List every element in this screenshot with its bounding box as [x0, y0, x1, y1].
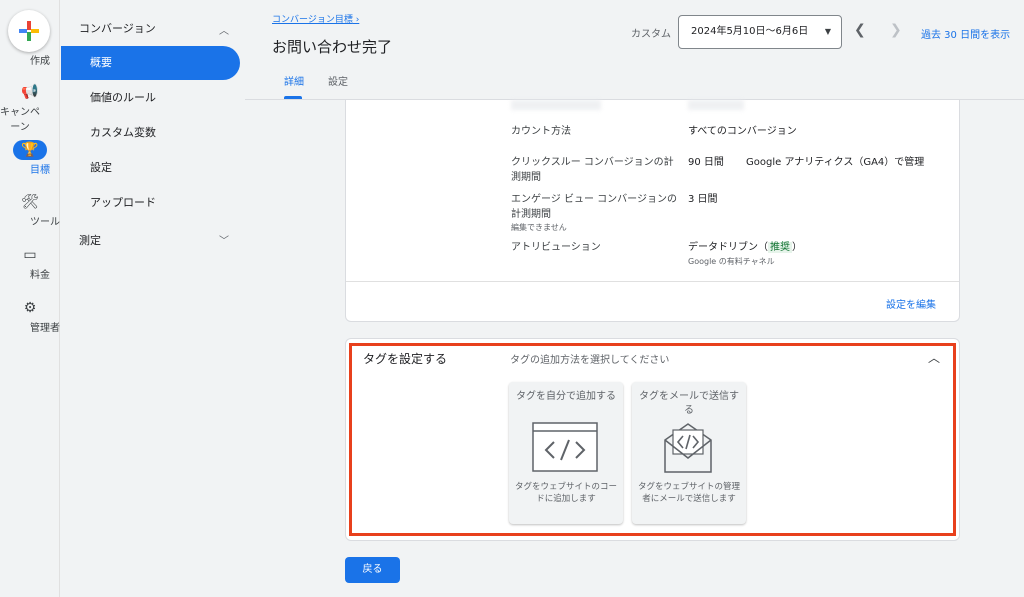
engaged-view-value: 3 日間 [688, 194, 718, 205]
nav-item-uploads[interactable]: アップロード [61, 186, 240, 220]
gear-icon: ⚙ [23, 300, 37, 316]
rail-item-campaigns[interactable]: 📢 キャンペーン [0, 82, 60, 133]
rail-item-tools[interactable]: 🛠 ツール [0, 192, 60, 228]
engaged-view-label: エンゲージ ビュー コンバージョンの計測期間 [511, 194, 677, 220]
previous-period-icon[interactable]: ❮ [854, 22, 866, 38]
page-header: コンバージョン目標 › お問い合わせ完了 詳細 設定 カスタム 2024年5月1… [245, 0, 1024, 100]
nav-item-custom-variables[interactable]: カスタム変数 [61, 116, 240, 150]
edit-settings-link[interactable]: 設定を編集 [886, 296, 936, 311]
left-rail: 作成 📢 キャンペーン 🏆 目標 🛠 ツール ▭ 料金 ⚙ 管理者 [0, 0, 60, 597]
next-period-icon[interactable]: ❯ [890, 22, 902, 38]
rail-item-admin[interactable]: ⚙ 管理者 [0, 298, 60, 334]
highlight-frame [349, 343, 956, 536]
attribution-sublabel: Google の有料チャネル [688, 257, 775, 266]
tab-details[interactable]: 詳細 [284, 73, 304, 88]
create-button[interactable] [8, 10, 50, 52]
tab-settings[interactable]: 設定 [328, 73, 348, 88]
past-30-days-link[interactable]: 過去 30 日間を表示 [921, 26, 1010, 41]
obscured-text [688, 100, 744, 110]
plus-icon [19, 21, 39, 41]
breadcrumb[interactable]: コンバージョン目標 › [272, 12, 359, 25]
attribution-label: アトリビューション [511, 242, 601, 253]
date-range-select[interactable]: 2024年5月10日〜6月6日 ▼ [678, 15, 842, 49]
click-window-value: 90 日間 [688, 157, 724, 168]
trophy-icon: 🏆 [13, 140, 47, 160]
chevron-up-icon[interactable]: ︿ [219, 22, 229, 37]
attribution-value: データドリブン（ 推奨） [688, 242, 802, 253]
engaged-view-sublabel: 編集できません [511, 223, 567, 232]
divider [346, 281, 959, 282]
tools-icon: 🛠 [21, 194, 39, 210]
rail-item-billing[interactable]: ▭ 料金 [0, 245, 60, 281]
count-value: すべてのコンバージョン [688, 126, 797, 137]
dropdown-caret-icon: ▼ [824, 27, 831, 36]
nav-item-overview[interactable]: 概要 [61, 46, 240, 80]
billing-card-icon: ▭ [23, 247, 37, 263]
megaphone-icon: 📢 [21, 84, 39, 100]
secondary-nav: コンバージョン ︿ 概要 価値のルール カスタム変数 設定 アップロード 測定 … [61, 0, 245, 597]
chevron-down-icon[interactable]: ﹀ [219, 232, 229, 247]
page-title: お問い合わせ完了 [272, 38, 393, 56]
nav-item-settings[interactable]: 設定 [61, 151, 240, 185]
date-custom-label: カスタム [631, 29, 671, 40]
nav-item-value-rules[interactable]: 価値のルール [61, 81, 240, 115]
recommended-chip: 推奨 [768, 242, 792, 253]
nav-group-measurement[interactable]: 測定 [79, 232, 101, 248]
conversion-details-card: カウント方法 すべてのコンバージョン クリックスルー コンバージョンの計測期間 … [345, 100, 960, 322]
obscured-text [511, 100, 601, 110]
click-window-note: Google アナリティクス（GA4）で管理 [746, 157, 925, 168]
rail-item-goals[interactable]: 🏆 目標 [0, 140, 60, 176]
back-button[interactable]: 戻る [345, 557, 400, 583]
nav-group-conversions[interactable]: コンバージョン [79, 20, 156, 36]
count-label: カウント方法 [511, 126, 571, 137]
click-window-label: クリックスルー コンバージョンの計測期間 [511, 157, 674, 183]
active-tab-indicator [284, 96, 302, 99]
